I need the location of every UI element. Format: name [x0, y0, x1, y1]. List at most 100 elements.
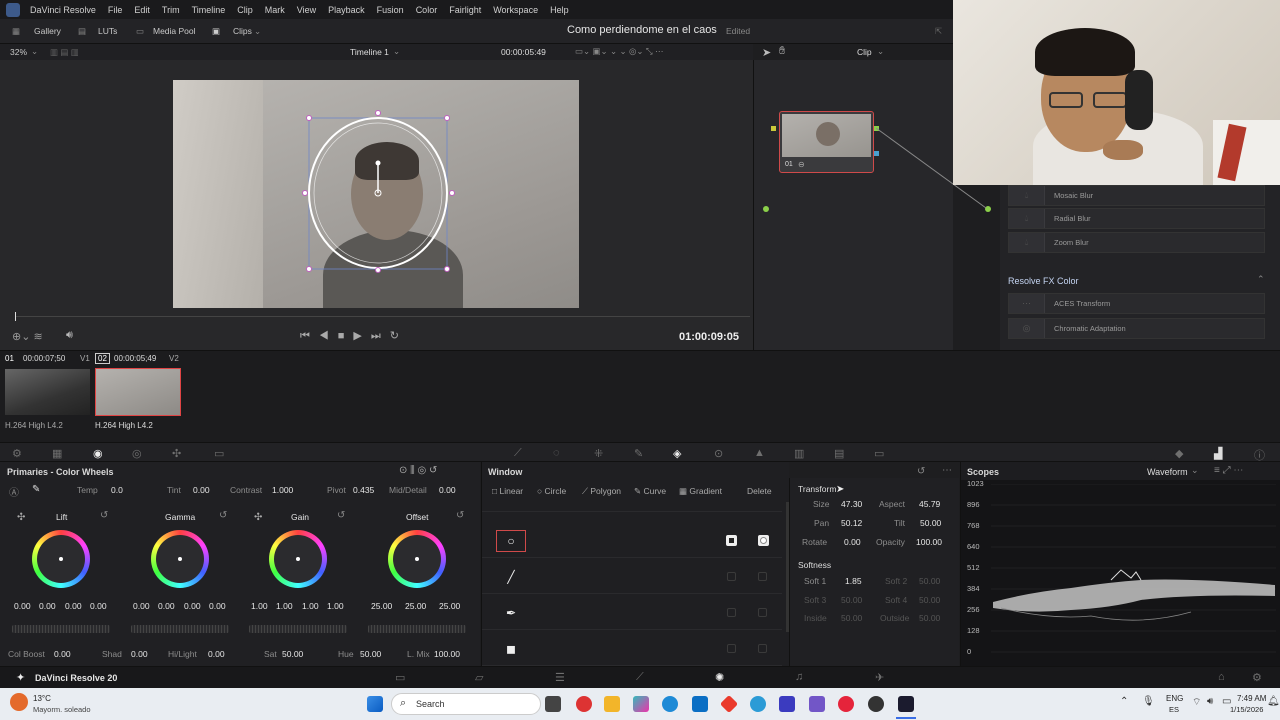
gain-jog-wheel[interactable] [249, 625, 347, 633]
reset-icon[interactable]: ↺ [100, 510, 108, 521]
chevron-down-icon[interactable]: ⌄ [1191, 465, 1199, 476]
qualifier-icon[interactable]: ✎ [634, 447, 643, 460]
info-icon[interactable]: ⓘ [1254, 447, 1265, 463]
size-value[interactable]: 47.30 [841, 499, 862, 509]
target-icon[interactable]: ⊕⌄ ≋ [12, 330, 43, 343]
skip-end-icon[interactable]: ⏭︎ [371, 330, 390, 342]
menu-workspace[interactable]: Workspace [487, 5, 544, 15]
collapse-icon[interactable]: ⌃ [1257, 274, 1265, 285]
middetail-value[interactable]: 0.00 [439, 485, 456, 495]
offset-b[interactable]: 25.00 [439, 601, 460, 611]
node-01[interactable]: 01 ⊖ [779, 111, 874, 173]
wheel-gamma-center[interactable] [178, 557, 182, 561]
viewer-options-icon[interactable]: ▭⌄ ▣⌄ ⌄ ⌄ ◎⌄ ⤡ ⋯ [575, 46, 664, 57]
more-icon[interactable]: ⋯ [942, 465, 952, 476]
luts-icon[interactable]: ▤ [78, 26, 86, 37]
edit-page-icon[interactable]: ☰ [555, 671, 565, 684]
menu-mark[interactable]: Mark [259, 5, 291, 15]
weather-icon[interactable] [10, 693, 28, 711]
clips-button[interactable]: Clips [233, 26, 252, 36]
window-row-circle[interactable]: ○ [482, 522, 782, 558]
chevron-up-icon[interactable]: ⌃ [1120, 696, 1128, 707]
outside-value[interactable]: 50.00 [919, 613, 940, 623]
menu-file[interactable]: File [102, 5, 129, 15]
curve-tool[interactable]: ✎ Curve [634, 486, 666, 497]
sizing-icon[interactable]: ▭ [874, 447, 884, 460]
gallery-button[interactable]: Gallery [34, 26, 61, 36]
deliver-page-icon[interactable]: ✈︎ [875, 671, 884, 684]
settings-icon[interactable]: ⚙︎ [1252, 671, 1262, 684]
lift-y[interactable]: 0.00 [14, 601, 31, 611]
chevron-down-icon[interactable]: ⌄ [31, 46, 38, 57]
store-icon[interactable] [692, 696, 708, 712]
color-page-icon[interactable]: ✺ [715, 671, 724, 684]
zoom-select[interactable]: 32% [10, 47, 27, 57]
fx-item[interactable]: ◎ Chromatic Adaptation [1008, 318, 1265, 339]
chevron-down-icon[interactable]: ⌄ [254, 26, 261, 37]
qualifier-grid-icon[interactable]: ⁜ [594, 447, 603, 460]
luts-button[interactable]: LUTs [98, 26, 117, 36]
scope-mode-select[interactable]: Waveform [1147, 467, 1188, 477]
gain-y[interactable]: 1.00 [251, 601, 268, 611]
clip-thumbnail-selected[interactable] [95, 368, 181, 416]
curves-icon[interactable]: ⟋ [514, 447, 522, 460]
volume-icon[interactable]: 🔊︎ [1207, 696, 1213, 707]
stop-icon[interactable]: ■ [338, 330, 354, 342]
inside-value[interactable]: 50.00 [841, 613, 862, 623]
lift-g[interactable]: 0.00 [65, 601, 82, 611]
window-icon[interactable]: ◈ [673, 447, 681, 460]
menu-timeline[interactable]: Timeline [186, 5, 232, 15]
gradient-tool[interactable]: ▦ Gradient [679, 486, 722, 497]
scope-settings-icon[interactable]: ≡ ⤢ ⋯ [1214, 465, 1243, 476]
clock-date[interactable]: 1/15/2026 [1230, 705, 1263, 714]
camera-raw-icon[interactable]: ⚙︎ [12, 447, 22, 460]
contrast-value[interactable]: 1.000 [272, 485, 293, 495]
shad-value[interactable]: 0.00 [131, 649, 148, 659]
davinci-taskbar-icon[interactable] [898, 696, 914, 712]
expand-icon[interactable]: ⇱ [935, 26, 942, 37]
media-pool-button[interactable]: Media Pool [153, 26, 196, 36]
tracker-icon[interactable]: ⊙ [714, 447, 723, 460]
reset-icon[interactable]: ↺ [337, 510, 345, 521]
windows-start-icon[interactable] [367, 696, 383, 712]
color-match-icon[interactable]: ▦ [52, 447, 62, 460]
chevron-down-icon[interactable]: ⌄ [393, 46, 400, 57]
blur-icon[interactable]: ▥ [794, 447, 804, 460]
picker-icon[interactable]: ✎ [32, 484, 40, 495]
menu-clip[interactable]: Clip [231, 5, 259, 15]
fx-item[interactable]: 💧︎ Zoom Blur [1008, 232, 1265, 253]
skip-start-icon[interactable]: ⏮︎ [300, 330, 319, 342]
crosshair-icon[interactable]: ✣ [17, 512, 25, 523]
menu-trim[interactable]: Trim [156, 5, 186, 15]
window-row-polygon[interactable]: ╱ [482, 558, 782, 594]
polygon-tool[interactable]: ⟋ Polygon [582, 486, 621, 497]
clip-thumbnail[interactable] [5, 369, 90, 415]
offset-g[interactable]: 25.00 [405, 601, 426, 611]
gamma-g[interactable]: 0.00 [184, 601, 201, 611]
soft1-value[interactable]: 1.85 [845, 576, 862, 586]
menu-fairlight[interactable]: Fairlight [443, 5, 487, 15]
gain-b[interactable]: 1.00 [327, 601, 344, 611]
fx-item[interactable]: ⋯ ACES Transform [1008, 293, 1265, 314]
window-row-linear[interactable]: ☐ [482, 502, 782, 512]
sat-value[interactable]: 50.00 [282, 649, 303, 659]
window-row-gradient[interactable]: ◼︎ [482, 630, 782, 666]
hilight-value[interactable]: 0.00 [208, 649, 225, 659]
wheel-lift-center[interactable] [59, 557, 63, 561]
lift-r[interactable]: 0.00 [39, 601, 56, 611]
cut-page-icon[interactable]: ▱ [475, 671, 483, 684]
window-row-curve[interactable]: ✒︎ [482, 594, 782, 630]
clock-time[interactable]: 7:49 AM [1237, 694, 1266, 703]
menu-help[interactable]: Help [544, 5, 575, 15]
offset-r[interactable]: 25.00 [371, 601, 392, 611]
hue-value[interactable]: 50.00 [360, 649, 381, 659]
window-invert-checkbox[interactable] [758, 535, 769, 546]
app-icon[interactable] [576, 696, 592, 712]
gain-g[interactable]: 1.00 [302, 601, 319, 611]
notification-icon[interactable]: 🔔︎ [1267, 696, 1280, 707]
motion-effects-icon[interactable]: ▭ [214, 447, 224, 460]
play-icon[interactable]: ▶︎ [353, 330, 370, 342]
wheel-offset-center[interactable] [415, 557, 419, 561]
lift-jog-wheel[interactable] [12, 625, 110, 633]
color-warper-icon[interactable]: ◌ [553, 447, 560, 459]
